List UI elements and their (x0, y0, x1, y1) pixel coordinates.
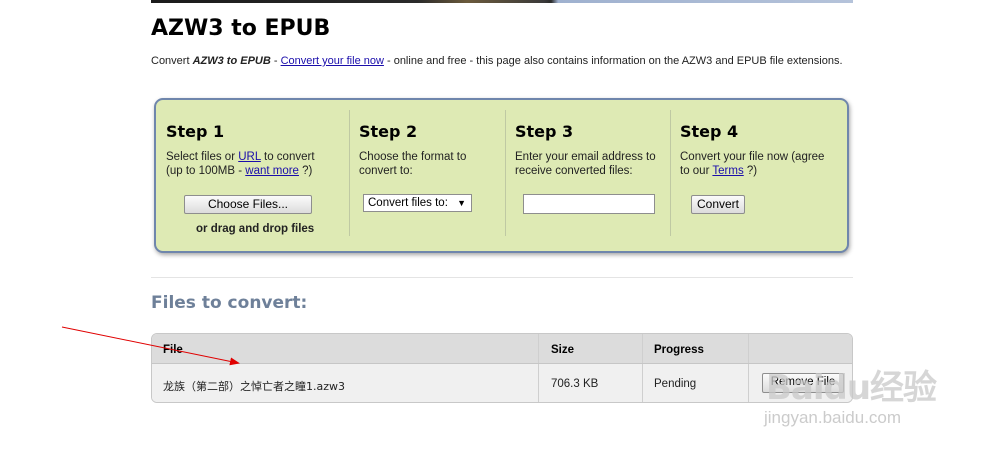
baidu-jingyan-watermark-logo: Baidu经验 (766, 368, 937, 408)
baidu-jingyan-watermark-url: jingyan.baidu.com (764, 408, 902, 427)
annotation-arrow-line (61, 326, 240, 366)
